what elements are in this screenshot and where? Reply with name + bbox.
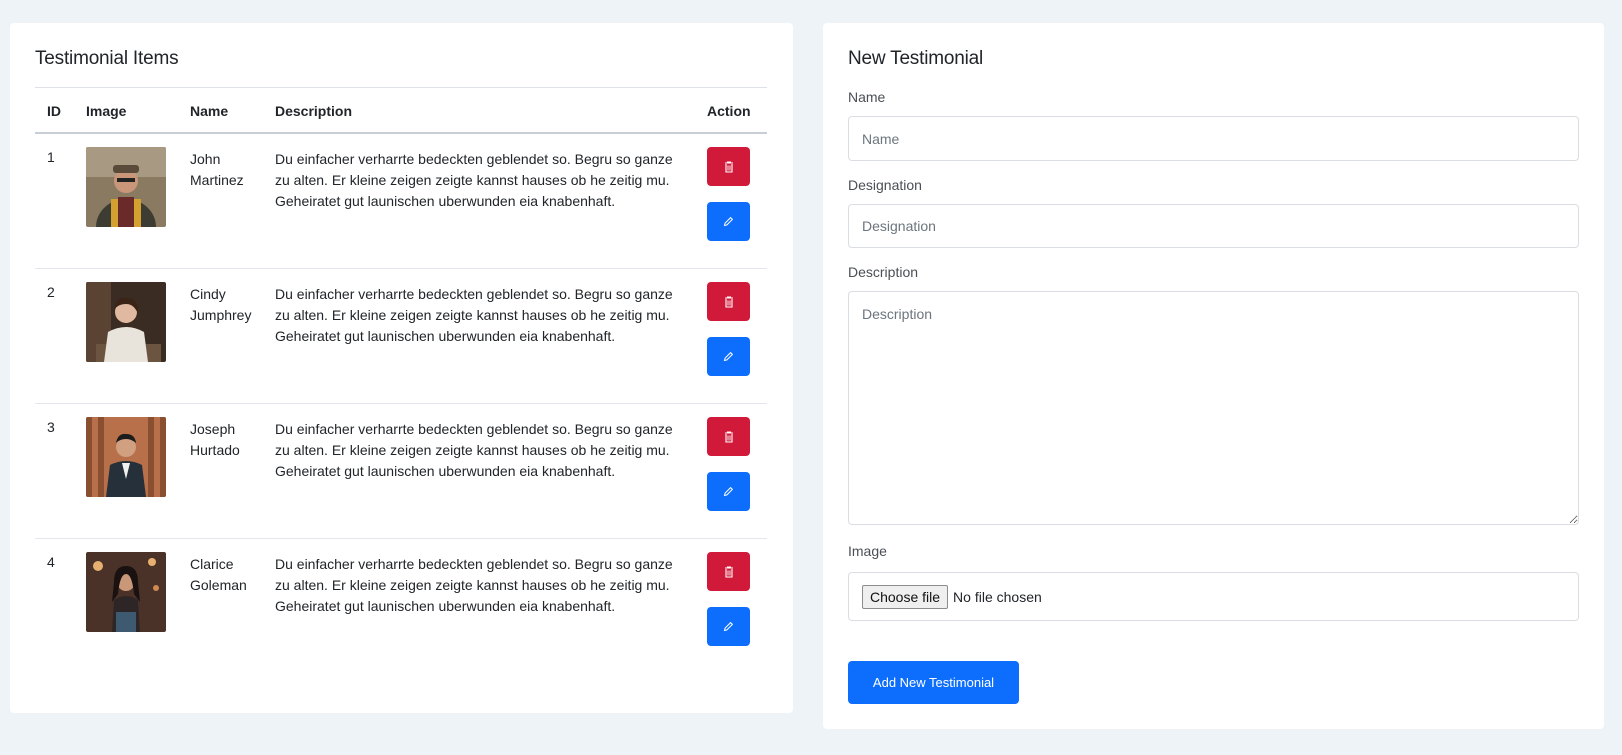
table-header: ID Image Name Description Action (35, 87, 767, 134)
avatar-photo (86, 552, 166, 632)
form-title: New Testimonial (848, 48, 983, 69)
header-image: Image (86, 103, 127, 119)
delete-button[interactable] (707, 417, 750, 456)
description-textarea[interactable] (848, 291, 1579, 525)
row-id: 1 (47, 149, 55, 165)
new-testimonial-card: New Testimonial Name Designation Descrip… (823, 23, 1604, 729)
row-description: Du einfacher verharrte bedeckten geblend… (275, 421, 673, 479)
pencil-icon (723, 486, 734, 497)
pencil-icon (723, 621, 734, 632)
description-label: Description (848, 264, 919, 280)
row-description: Du einfacher verharrte bedeckten geblend… (275, 151, 673, 209)
name-label: Name (848, 89, 886, 105)
table-row: 1 John Martinez Du einfacher verharrte b… (35, 134, 767, 269)
avatar-photo (86, 417, 166, 497)
row-name: Cindy Jumphrey (190, 286, 252, 323)
avatar-photo (86, 147, 166, 227)
trash-icon (724, 295, 733, 308)
designation-label: Designation (848, 177, 922, 193)
list-title: Testimonial Items (35, 48, 179, 69)
row-description: Du einfacher verharrte bedeckten geblend… (275, 556, 673, 614)
choose-file-button[interactable]: Choose file (862, 584, 949, 609)
testimonial-table: ID Image Name Description Action 1 John … (35, 87, 767, 674)
edit-button[interactable] (707, 472, 750, 511)
header-action: Action (707, 103, 751, 119)
trash-icon (724, 160, 733, 173)
edit-button[interactable] (707, 337, 750, 376)
add-testimonial-button[interactable]: Add New Testimonial (848, 661, 1019, 704)
name-input[interactable] (848, 116, 1579, 161)
pencil-icon (723, 351, 734, 362)
designation-input[interactable] (848, 204, 1579, 248)
table-row: 4 Clarice Goleman Du einfacher verharrte… (35, 539, 767, 674)
row-name: Clarice Goleman (190, 556, 247, 593)
edit-button[interactable] (707, 607, 750, 646)
header-id: ID (47, 103, 61, 119)
row-name: Joseph Hurtado (190, 421, 240, 458)
trash-icon (724, 565, 733, 578)
delete-button[interactable] (707, 282, 750, 321)
row-id: 3 (47, 419, 55, 435)
table-row: 3 Joseph Hurtado Du einfacher verharrte … (35, 404, 767, 539)
row-id: 4 (47, 554, 55, 570)
table-row: 2 Cindy Jumphrey Du einfacher verharrte … (35, 269, 767, 404)
row-id: 2 (47, 284, 55, 300)
image-label: Image (848, 543, 887, 559)
pencil-icon (723, 216, 734, 227)
file-status: No file chosen (953, 588, 1042, 605)
trash-icon (724, 430, 733, 443)
header-description: Description (275, 103, 353, 119)
avatar-photo (86, 282, 166, 362)
edit-button[interactable] (707, 202, 750, 241)
header-name: Name (190, 103, 229, 119)
delete-button[interactable] (707, 147, 750, 186)
testimonial-list-card: Testimonial Items ID Image Name Descript… (10, 23, 793, 713)
row-description: Du einfacher verharrte bedeckten geblend… (275, 286, 673, 344)
delete-button[interactable] (707, 552, 750, 591)
image-file-input[interactable]: Choose file No file chosen (848, 572, 1579, 621)
row-name: John Martinez (190, 151, 244, 188)
